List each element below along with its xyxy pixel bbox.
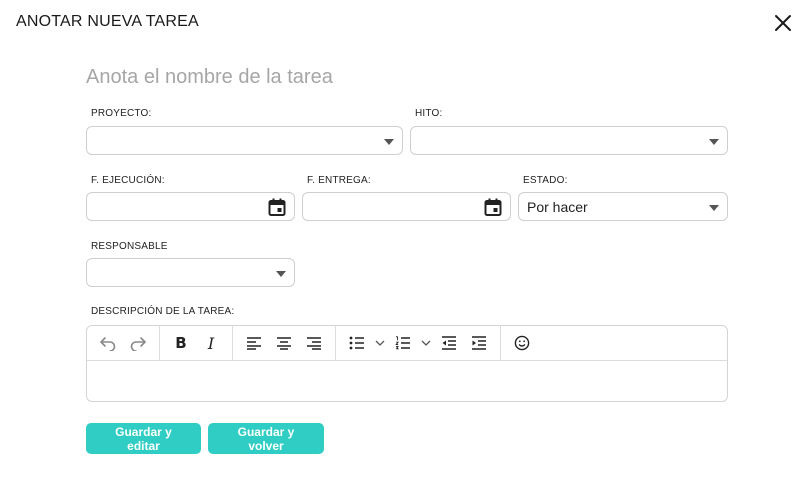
indent-icon (472, 336, 486, 350)
chevron-down-icon (384, 139, 394, 145)
responsible-label: RESPONSABLE (91, 241, 168, 252)
description-text-area[interactable] (87, 362, 727, 401)
italic-icon: I (207, 333, 215, 353)
save-and-back-button[interactable]: Guardar y volver (208, 423, 324, 454)
save-and-edit-button[interactable]: Guardar y editar (86, 423, 201, 454)
chevron-down-icon (276, 271, 286, 277)
responsible-select[interactable] (86, 258, 295, 287)
align-center-button[interactable] (269, 330, 299, 356)
bold-icon: B (175, 334, 187, 352)
numbered-list-dropdown[interactable] (418, 330, 434, 356)
undo-icon (100, 337, 116, 351)
close-button[interactable] (772, 12, 794, 34)
editor-toolbar: B I (87, 326, 727, 361)
indent-button[interactable] (464, 330, 494, 356)
emoji-icon (514, 335, 530, 351)
list-group (336, 326, 501, 360)
status-select[interactable]: Por hacer (518, 192, 728, 221)
chevron-down-icon (421, 340, 431, 346)
undo-button[interactable] (93, 330, 123, 356)
numbered-list-button[interactable] (388, 330, 418, 356)
modal-title: ANOTAR NUEVA TAREA (16, 13, 199, 30)
execution-date-field[interactable] (86, 192, 295, 221)
bullet-list-button[interactable] (342, 330, 372, 356)
align-left-button[interactable] (239, 330, 269, 356)
history-group (87, 326, 160, 360)
redo-button[interactable] (123, 330, 153, 356)
bullet-list-icon (349, 336, 364, 350)
chevron-down-icon (375, 340, 385, 346)
delivery-date-field[interactable] (302, 192, 511, 221)
chevron-down-icon (709, 205, 719, 211)
execution-date-label: F. EJECUCIÓN: (91, 175, 165, 186)
task-name-input[interactable] (86, 66, 726, 89)
project-select[interactable] (86, 126, 403, 155)
align-group (233, 326, 336, 360)
align-center-icon (277, 337, 291, 350)
redo-icon (130, 337, 146, 351)
chevron-down-icon (709, 139, 719, 145)
description-label: DESCRIPCIÓN DE LA TAREA: (91, 306, 235, 317)
outdent-button[interactable] (434, 330, 464, 356)
calendar-icon[interactable] (484, 198, 502, 216)
delivery-date-label: F. ENTREGA: (307, 175, 371, 186)
italic-button[interactable]: I (196, 330, 226, 356)
bullet-list-dropdown[interactable] (372, 330, 388, 356)
description-editor: B I (86, 325, 728, 402)
format-group: B I (160, 326, 233, 360)
bold-button[interactable]: B (166, 330, 196, 356)
calendar-icon[interactable] (268, 198, 286, 216)
close-icon (775, 15, 791, 31)
emoji-button[interactable] (507, 330, 537, 356)
milestone-label: HITO: (415, 108, 443, 119)
milestone-select[interactable] (410, 126, 728, 155)
insert-group (501, 326, 543, 360)
align-right-icon (307, 337, 321, 350)
outdent-icon (442, 336, 456, 350)
align-left-icon (247, 337, 261, 350)
status-value: Por hacer (527, 199, 588, 215)
numbered-list-icon (395, 336, 410, 350)
align-right-button[interactable] (299, 330, 329, 356)
status-label: ESTADO: (523, 175, 568, 186)
project-label: PROYECTO: (91, 108, 152, 119)
